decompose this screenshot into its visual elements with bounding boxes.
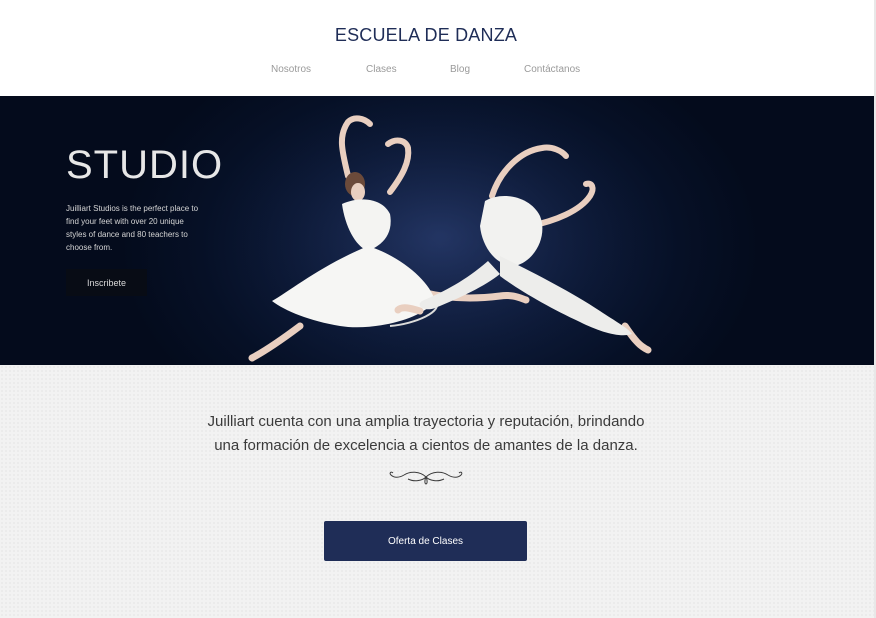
dancers-image <box>230 101 652 365</box>
hero-banner: STUDIO Juilliart Studios is the perfect … <box>0 96 876 365</box>
inscribete-button[interactable]: Inscribete <box>66 269 147 296</box>
intro-section: Juilliart cuenta con una amplia trayecto… <box>0 365 876 618</box>
intro-line-1: Juilliart cuenta con una amplia trayecto… <box>207 413 645 430</box>
intro-text: Juilliart cuenta con una amplia trayecto… <box>0 410 852 458</box>
nav-item-clases[interactable]: Clases <box>366 64 397 75</box>
site-title[interactable]: ESCUELA DE DANZA <box>0 25 852 46</box>
nav-item-contactanos[interactable]: Contáctanos <box>524 64 580 75</box>
site-header: ESCUELA DE DANZA Nosotros Clases Blog Co… <box>0 0 876 96</box>
flourish-divider-icon <box>389 471 463 485</box>
nav-item-blog[interactable]: Blog <box>450 64 470 75</box>
intro-line-2: una formación de excelencia a cientos de… <box>214 437 638 454</box>
hero-description: Juilliart Studios is the perfect place t… <box>66 204 199 252</box>
main-nav: Nosotros Clases Blog Contáctanos <box>0 64 876 80</box>
nav-item-nosotros[interactable]: Nosotros <box>271 64 311 75</box>
hero-title: STUDIO <box>66 143 224 187</box>
oferta-de-clases-button[interactable]: Oferta de Clases <box>324 521 527 561</box>
